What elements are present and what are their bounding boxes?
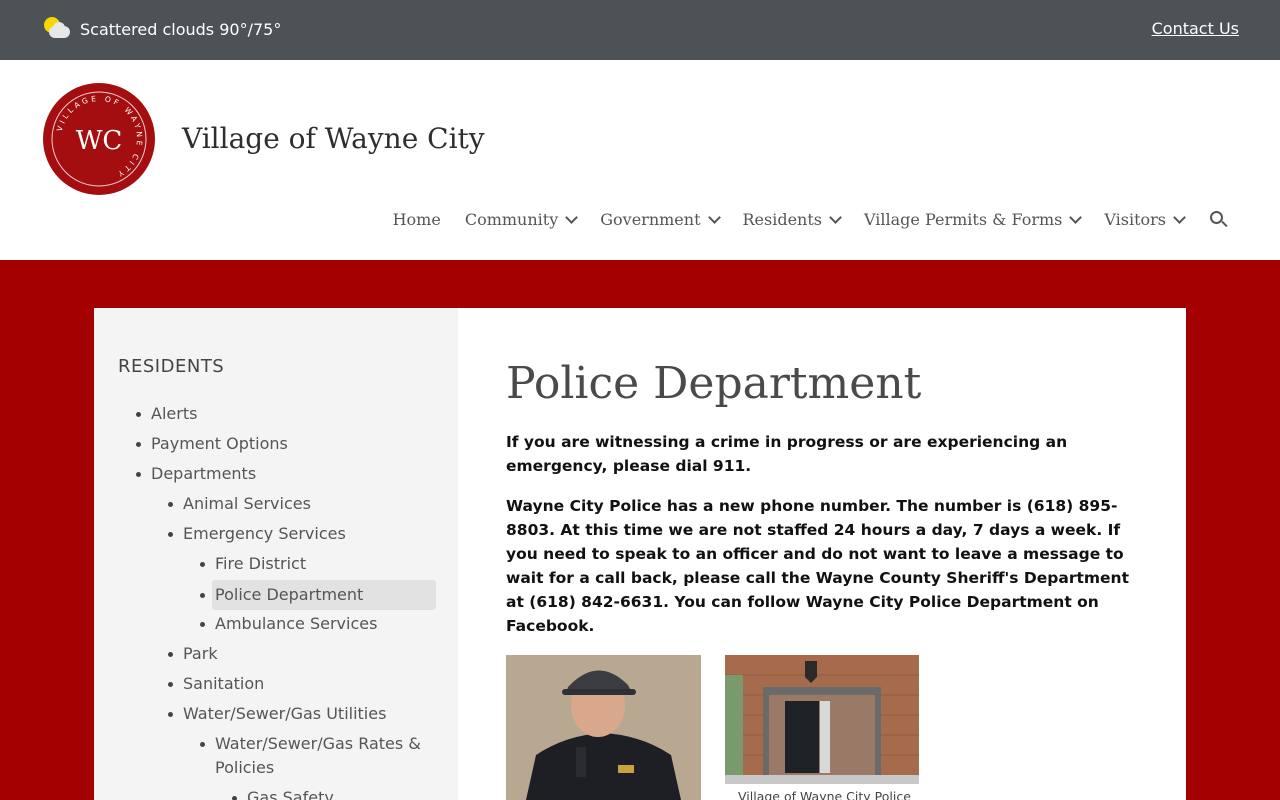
nav-label: Residents xyxy=(742,210,823,229)
chevron-down-icon xyxy=(1173,210,1186,224)
emergency-notice: If you are witnessing a crime in progres… xyxy=(506,433,1068,475)
phone-info-paragraph: Wayne City Police has a new phone number… xyxy=(506,497,1129,635)
village-seal-logo[interactable]: VILLAGE OF WAYNE CITY WC xyxy=(43,83,155,195)
nav-item-government[interactable]: Government xyxy=(600,210,721,229)
sidebar-item-alerts[interactable]: Alerts xyxy=(136,402,197,426)
page-title: Police Department xyxy=(506,358,922,409)
sidebar-item-sanitation[interactable]: Sanitation xyxy=(168,672,264,696)
nav-label: Village Permits & Forms xyxy=(864,210,1063,229)
weather-text: Scattered clouds 90°/75° xyxy=(80,19,282,39)
sidebar-item-park[interactable]: Park xyxy=(168,642,218,666)
nav-label: Visitors xyxy=(1104,210,1166,229)
sidebar-item-utilities[interactable]: Water/Sewer/Gas Utilities xyxy=(168,702,386,726)
nav-label: Government xyxy=(600,210,701,229)
chevron-down-icon xyxy=(565,210,579,224)
sidebar-item-emergency-services[interactable]: Emergency Services xyxy=(168,522,346,546)
sidebar-item-fire-district[interactable]: Fire District xyxy=(200,552,306,576)
sidebar-heading: RESIDENTS xyxy=(118,356,225,377)
main-nav: Home Community Government Residents Vill… xyxy=(369,210,1228,229)
site-header: VILLAGE OF WAYNE CITY WC Village of Wayn… xyxy=(0,60,1280,260)
sidebar-item-police-department[interactable]: Police Department xyxy=(200,580,436,610)
weather-widget: Scattered clouds 90°/75° xyxy=(44,17,281,41)
nav-label: Community xyxy=(464,210,559,229)
partly-cloudy-icon xyxy=(44,17,72,41)
sidebar-item-animal-services[interactable]: Animal Services xyxy=(168,492,311,516)
svg-text:WC: WC xyxy=(76,126,123,156)
chevron-down-icon xyxy=(829,210,842,224)
sidebar-item-ambulance-services[interactable]: Ambulance Services xyxy=(200,612,377,636)
contact-us-link[interactable]: Contact Us xyxy=(1152,19,1239,38)
top-bar: Scattered clouds 90°/75° Contact Us xyxy=(0,0,1280,60)
chevron-down-icon xyxy=(707,210,721,224)
building-photo-caption: Village of Wayne City Police xyxy=(738,789,911,800)
officer-photo[interactable] xyxy=(506,655,701,800)
nav-label: Home xyxy=(392,210,441,229)
sidebar-item-departments[interactable]: Departments xyxy=(136,462,256,486)
nav-item-residents[interactable]: Residents xyxy=(742,210,842,229)
sidebar-item-gas-safety[interactable]: Gas Safety xyxy=(232,786,334,800)
sidebar: RESIDENTS Alerts Payment Options Departm… xyxy=(94,308,458,800)
sidebar-item-rates-policies[interactable]: Water/Sewer/Gas Rates & Policies xyxy=(200,732,435,780)
content-card: RESIDENTS Alerts Payment Options Departm… xyxy=(94,308,1186,800)
sidebar-item-payment-options[interactable]: Payment Options xyxy=(136,432,288,456)
search-icon[interactable] xyxy=(1210,210,1228,229)
nav-item-visitors[interactable]: Visitors xyxy=(1104,210,1186,229)
nav-item-permits-forms[interactable]: Village Permits & Forms xyxy=(864,210,1083,229)
nav-item-home[interactable]: Home xyxy=(393,210,441,229)
chevron-down-icon xyxy=(1069,210,1083,224)
site-title[interactable]: Village of Wayne City xyxy=(182,122,485,155)
police-building-photo[interactable] xyxy=(725,655,919,784)
nav-item-community[interactable]: Community xyxy=(464,210,579,229)
